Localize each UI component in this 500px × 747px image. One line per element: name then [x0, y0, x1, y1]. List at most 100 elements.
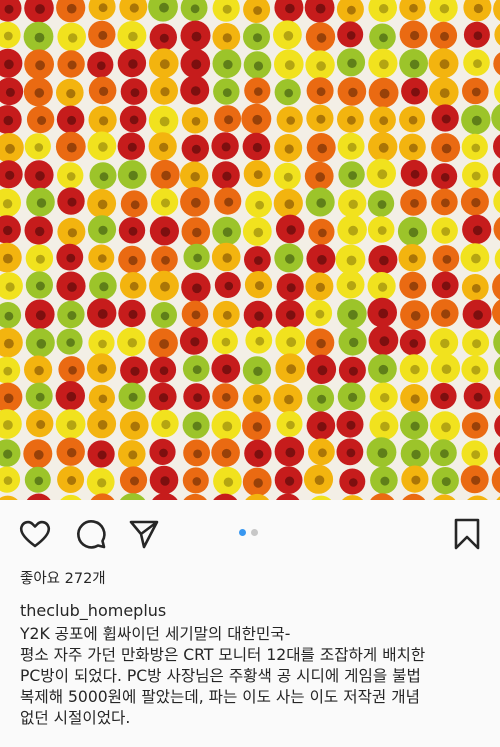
- cereal-loop-hole: [4, 4, 14, 14]
- cereal-loop-hole: [130, 200, 140, 210]
- cereal-loop-hole: [3, 366, 13, 376]
- cereal-loop-hole: [3, 253, 13, 264]
- cereal-loop-hole: [253, 33, 262, 43]
- cereal-loop-hole: [34, 88, 45, 98]
- cereal-loop-hole: [378, 142, 389, 153]
- cereal-loop-hole: [410, 421, 420, 431]
- cereal-loop-hole: [3, 225, 13, 236]
- cereal-loop-hole: [410, 364, 420, 375]
- cereal-loop-hole: [36, 339, 47, 349]
- cereal-loop-hole: [253, 227, 264, 238]
- cereal-loop-hole: [98, 339, 107, 349]
- cereal-loop-hole: [408, 254, 418, 264]
- cereal-loop-hole: [349, 337, 359, 348]
- cereal-loop-hole: [160, 281, 170, 292]
- cereal-loop-hole: [440, 31, 449, 41]
- like-button[interactable]: [18, 517, 52, 551]
- cereal-loop-hole: [97, 199, 108, 210]
- bookmark-icon: [454, 518, 480, 550]
- cereal-loop-hole: [159, 2, 169, 13]
- cereal-loop-hole: [34, 450, 44, 460]
- cereal-loop-hole: [221, 142, 231, 152]
- cereal-loop-hole: [377, 169, 388, 180]
- caption-line: 평소 자주 가던 만화방은 CRT 모니터 12대를 조잡하게 배치한: [20, 646, 426, 664]
- cereal-loop-hole: [471, 143, 481, 153]
- cereal-loop-hole: [66, 338, 75, 347]
- cereal-loop-hole: [377, 448, 388, 458]
- cereal-loop-hole: [284, 60, 295, 71]
- cereal-loop-hole: [190, 4, 200, 14]
- cereal-loop-hole: [316, 114, 326, 124]
- cereal-loop-hole: [314, 475, 325, 486]
- cereal-loop-hole: [317, 365, 328, 376]
- cereal-loop-hole: [378, 364, 389, 375]
- cereal-loop-hole: [128, 309, 138, 319]
- cereal-loop-hole: [252, 114, 263, 125]
- cereal-loop-hole: [317, 254, 327, 265]
- cereal-loop-hole: [316, 61, 326, 71]
- cereal-loop-hole: [409, 59, 420, 70]
- cereal-loop-hole: [440, 173, 450, 182]
- cereal-loop-hole: [410, 30, 420, 41]
- cereal-loop-hole: [4, 311, 14, 321]
- cereal-loop-hole: [66, 142, 77, 153]
- cereal-loop-hole: [442, 255, 452, 264]
- save-button[interactable]: [450, 517, 484, 551]
- share-button[interactable]: [127, 517, 161, 551]
- cereal-loop-hole: [99, 282, 109, 292]
- post-username[interactable]: theclub_homeplus: [20, 601, 166, 620]
- cereal-loop: [494, 80, 500, 104]
- cereal-loop-hole: [98, 30, 108, 40]
- cereal-loop-hole: [129, 115, 139, 125]
- cereal-loop-hole: [130, 476, 139, 486]
- cereal-loop-hole: [191, 59, 202, 70]
- cereal-loop-hole: [286, 337, 297, 348]
- cereal-loop-hole: [316, 338, 326, 349]
- post-image[interactable]: [0, 0, 500, 500]
- cereal-loop-hole: [410, 311, 421, 321]
- cereal-loop-hole: [441, 281, 451, 291]
- cereal-loop-hole: [191, 310, 201, 320]
- cereal-loop-hole: [318, 448, 327, 458]
- cereal-loop-hole: [441, 422, 451, 433]
- cereal-loop-hole: [315, 3, 326, 14]
- cereal-loop: [493, 52, 500, 76]
- cereal-loop-hole: [316, 87, 326, 97]
- likes-count[interactable]: 좋아요 272개: [20, 567, 106, 588]
- cereal-loop-hole: [97, 61, 106, 70]
- cereal-loop-hole: [285, 3, 295, 14]
- cereal-loop-hole: [253, 170, 263, 180]
- caption-line: 복제해 5000원에 팔았는데, 파는 이도 사는 이도 저작권 개념: [20, 688, 420, 706]
- cereal-loop-hole: [439, 88, 450, 98]
- cereal-loop-hole: [35, 310, 46, 321]
- cereal-loop-hole: [380, 393, 390, 403]
- cereal-loop-hole: [67, 115, 77, 125]
- cereal-loop-hole: [192, 365, 202, 374]
- cereal-loop-hole: [67, 448, 77, 458]
- cereal-loop-hole: [66, 172, 76, 181]
- cereal-loop-hole: [223, 59, 233, 70]
- cereal-loop-hole: [471, 475, 481, 485]
- comment-button[interactable]: [74, 517, 108, 551]
- cereal-loop-hole: [35, 226, 45, 237]
- cereal-loop-hole: [380, 421, 390, 432]
- cereal-loop-hole: [222, 310, 232, 320]
- cereal-loop-hole: [380, 476, 390, 486]
- post-caption: Y2K 공포에 휩싸이던 세기말의 대한민국- 평소 자주 가던 만화방은 CR…: [20, 624, 490, 729]
- cereal-loop-hole: [192, 283, 202, 294]
- cereal-loop-hole: [4, 59, 14, 70]
- cereal-loop-hole: [473, 392, 483, 402]
- cereal-loop-hole: [190, 172, 200, 182]
- cereal-loop-hole: [159, 59, 170, 70]
- cereal-loop-hole: [254, 311, 264, 321]
- cereal-loop-hole: [440, 449, 449, 459]
- cereal-loop-hole: [410, 394, 420, 404]
- cereal-loop-hole: [378, 282, 388, 292]
- cereal-loop-hole: [410, 169, 420, 179]
- cereal-loop-hole: [286, 364, 297, 375]
- cereal-loop-hole: [5, 282, 15, 292]
- cereal-loop-hole: [66, 253, 76, 263]
- cereal-loop-hole: [224, 197, 234, 207]
- cereal-loop-hole: [68, 366, 77, 375]
- cereal-loop-hole: [252, 142, 262, 153]
